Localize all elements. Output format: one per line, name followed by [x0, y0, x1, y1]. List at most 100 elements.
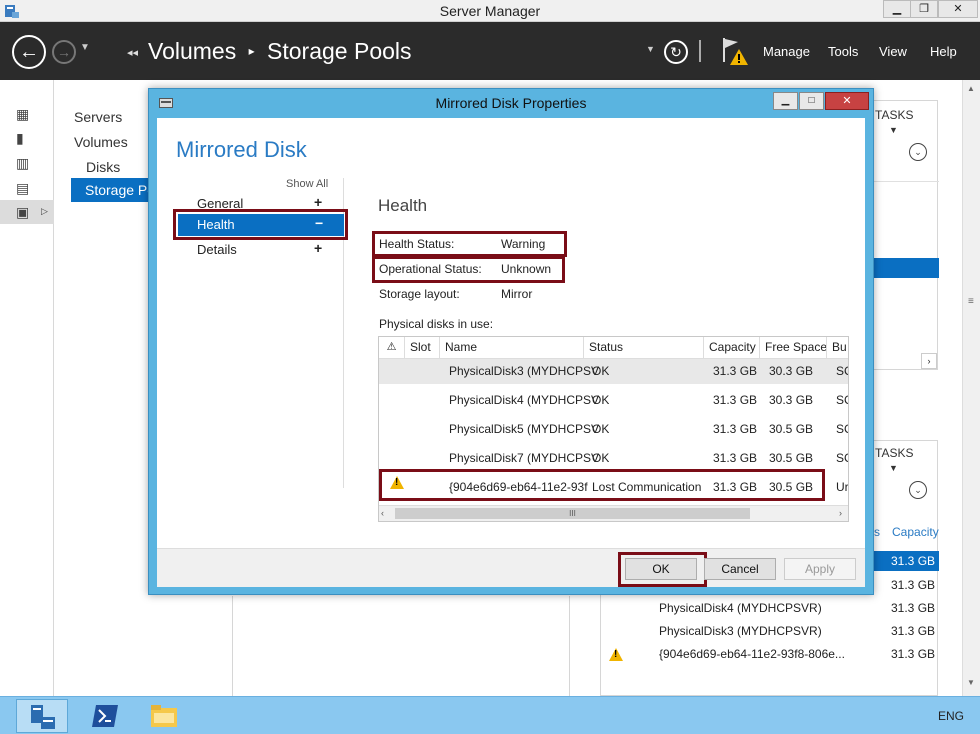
breadcrumb-storage-pools[interactable]: Storage Pools: [267, 38, 411, 64]
menu-help[interactable]: Help: [930, 44, 957, 59]
nav-disks[interactable]: Disks: [86, 159, 120, 175]
file-services-icon[interactable]: ▤: [16, 180, 34, 196]
taskbar-server-manager[interactable]: [16, 699, 68, 733]
disk-free: 30.3 GB: [769, 393, 814, 407]
breadcrumb-volumes[interactable]: Volumes: [148, 38, 236, 64]
left-icon-strip: ▦ ▮ ▥ ▤ ▣ ▷: [0, 80, 54, 696]
disk-bus: SC: [836, 422, 848, 436]
show-all-link[interactable]: Show All: [286, 178, 328, 190]
bg-row-capacity: 31.3 GB: [891, 578, 936, 592]
expand-details-icon[interactable]: +: [314, 240, 322, 256]
dialog-maximize-button[interactable]: □: [799, 92, 824, 110]
disk-status: OK: [592, 451, 610, 465]
tasks-dropdown-2[interactable]: TASKS ▼: [875, 446, 937, 474]
scroll-down-icon[interactable]: ▼: [967, 678, 975, 687]
bg-selected-row[interactable]: 31.3 GB: [871, 551, 939, 571]
local-server-icon[interactable]: ▮: [16, 130, 34, 146]
col-slot[interactable]: Slot: [405, 337, 440, 359]
expand-arrow-icon: ▷: [41, 206, 48, 216]
scroll-left-icon[interactable]: ‹: [381, 508, 384, 518]
disk-bus: SC: [836, 393, 848, 407]
section-details[interactable]: Details: [197, 242, 237, 257]
hscroll-thumb[interactable]: III: [395, 508, 750, 519]
taskbar-powershell[interactable]: [80, 699, 132, 733]
language-indicator[interactable]: ENG: [938, 709, 964, 723]
disk-bus: SC: [836, 451, 848, 465]
restore-button[interactable]: ❐: [910, 0, 938, 18]
menu-tools[interactable]: Tools: [828, 44, 858, 59]
cancel-button[interactable]: Cancel: [704, 558, 776, 580]
minimize-button[interactable]: ▁: [883, 0, 911, 18]
taskbar-file-explorer[interactable]: [138, 699, 190, 733]
col-capacity[interactable]: Capacity: [704, 337, 760, 359]
operational-status-highlight: [372, 256, 565, 283]
nav-storage-pools-selected[interactable]: Storage Po: [71, 178, 155, 202]
lost-disk-highlight: [379, 469, 825, 501]
health-section-title: Health: [378, 196, 428, 215]
close-button[interactable]: ✕: [938, 0, 978, 18]
refresh-icon[interactable]: ↻: [664, 40, 688, 64]
window-titlebar: Server Manager ▁ ❐ ✕: [0, 0, 980, 22]
tasks-label: TASKS: [875, 108, 914, 122]
bg-row-capacity: 31.3 GB: [891, 647, 936, 661]
scroll-up-icon[interactable]: ▲: [967, 84, 975, 93]
bg-row-capacity: 31.3 GB: [891, 554, 936, 568]
disk-status: OK: [592, 364, 610, 378]
dialog-minimize-button[interactable]: ▁: [773, 92, 798, 110]
collapse-icon-2[interactable]: ⌄: [909, 481, 927, 499]
back-button[interactable]: ←: [12, 35, 46, 69]
scroll-right-icon[interactable]: ›: [921, 353, 937, 369]
scroll-grip-icon[interactable]: ≡: [968, 296, 974, 307]
menu-view[interactable]: View: [879, 44, 907, 59]
bg-left-panel: [232, 596, 570, 696]
header-bar: ← → ▼ ◂◂ Volumes ▸ Storage Pools ▼ ↻ Man…: [0, 22, 980, 80]
notifications-flag-icon[interactable]: [720, 36, 750, 66]
ok-highlight: [618, 552, 707, 587]
disk-capacity: 31.3 GB: [713, 451, 758, 465]
bg-row-name[interactable]: PhysicalDisk4 (MYDHCPSVR): [659, 601, 822, 615]
collapse-icon[interactable]: ⌄: [909, 143, 927, 161]
all-servers-icon[interactable]: ▥: [16, 155, 34, 171]
dialog-body: Mirrored Disk Show All General + Health …: [157, 118, 865, 587]
disks-in-use-label: Physical disks in use:: [379, 317, 494, 331]
dialog-close-button[interactable]: ✕: [825, 92, 869, 110]
expand-general-icon[interactable]: +: [314, 194, 322, 210]
col-name[interactable]: Name: [440, 337, 584, 359]
col-free-space[interactable]: Free Space: [760, 337, 827, 359]
col-bus[interactable]: Bu: [827, 337, 848, 359]
history-dropdown-icon[interactable]: ▼: [80, 42, 90, 53]
file-storage-icon: ▣: [16, 204, 30, 220]
tasks-label-2: TASKS: [875, 446, 914, 460]
bg-row-capacity: 31.3 GB: [891, 624, 936, 638]
col-warning-icon[interactable]: ⚠: [379, 337, 405, 359]
disk-capacity: 31.3 GB: [713, 364, 758, 378]
table-hscrollbar[interactable]: ‹ III ›: [379, 505, 848, 521]
disk-capacity: 31.3 GB: [713, 422, 758, 436]
scroll-right-icon[interactable]: ›: [839, 508, 842, 518]
storage-layout-label: Storage layout:: [379, 287, 460, 301]
bg-row-name[interactable]: {904e6d69-eb64-11e2-93f8-806e...: [659, 647, 845, 661]
background-selected-row[interactable]: [871, 258, 939, 278]
forward-button[interactable]: →: [52, 40, 76, 64]
menu-manage[interactable]: Manage: [763, 44, 810, 59]
col-status[interactable]: Status: [584, 337, 704, 359]
bg-row-name[interactable]: PhysicalDisk3 (MYDHCPSVR): [659, 624, 822, 638]
tasks-dropdown[interactable]: TASKS ▼: [875, 108, 937, 136]
disk-name: PhysicalDisk4 (MYDHCPSV: [449, 393, 600, 407]
storage-layout-value: Mirror: [501, 287, 533, 301]
main-scrollbar[interactable]: ▲ ≡ ▼: [962, 80, 980, 696]
nav-servers[interactable]: Servers: [74, 109, 122, 125]
bg-col-capacity[interactable]: Capacity: [892, 525, 939, 539]
disk-free: 30.5 GB: [769, 422, 814, 436]
strip-selected[interactable]: ▣ ▷: [0, 200, 54, 224]
apply-button[interactable]: Apply: [784, 558, 856, 580]
dashboard-icon[interactable]: ▦: [16, 106, 34, 122]
tasks-chevron-icon-2: ▼: [889, 463, 898, 473]
refresh-dropdown-icon[interactable]: ▼: [646, 44, 655, 54]
folder-icon: [151, 705, 177, 727]
disk-capacity: 31.3 GB: [713, 393, 758, 407]
bg-col-s[interactable]: s: [874, 525, 880, 539]
nav-volumes[interactable]: Volumes: [74, 134, 128, 150]
server-manager-taskbar-icon: [31, 705, 55, 729]
bg-warning-icon: [609, 648, 623, 664]
